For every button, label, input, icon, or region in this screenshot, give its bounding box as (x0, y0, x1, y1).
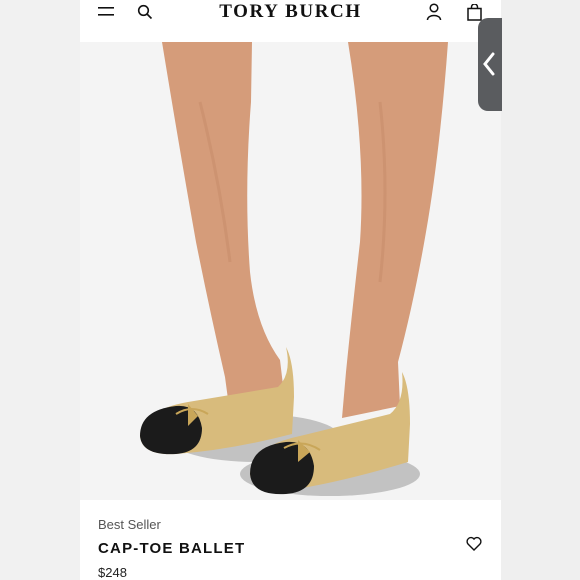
product-name[interactable]: CAP-TOE BALLET (98, 540, 245, 557)
left-margin (0, 0, 80, 580)
product-info: Best Seller CAP-TOE BALLET $248 (80, 500, 501, 580)
product-price: $248 (98, 565, 127, 580)
side-panel-tab[interactable] (478, 18, 502, 111)
best-seller-badge: Best Seller (98, 517, 161, 532)
site-header: TORY BURCH (80, 0, 501, 42)
chevron-left-icon (483, 52, 495, 76)
product-image[interactable] (80, 42, 501, 500)
product-screen: TORY BURCH Best Seller CAP-TOE BALLET $2… (80, 0, 501, 580)
heart-icon[interactable] (466, 536, 486, 556)
account-icon[interactable] (424, 0, 444, 24)
right-margin (501, 0, 580, 580)
